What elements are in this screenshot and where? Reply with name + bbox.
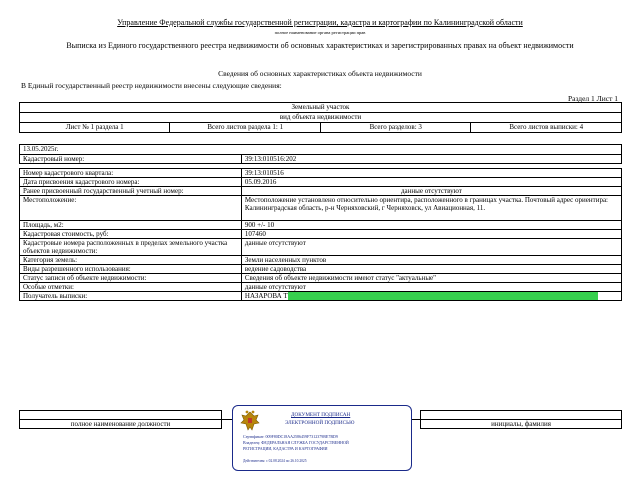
- stamp-line-2: ЭЛЕКТРОННОЙ ПОДПИСЬЮ: [285, 420, 355, 426]
- row-value: 39:13:010516:202: [240, 154, 623, 164]
- agency-caption: полное наименование органа регистрации п…: [274, 30, 366, 35]
- row-label: Кадастровые номера расположенных в преде…: [19, 238, 242, 256]
- row-value: Сведения об объекте недвижимости имеют с…: [240, 273, 623, 283]
- row-label: Виды разрешенного использования:: [19, 264, 242, 274]
- row-label: Ранее присвоенный государственный учетны…: [19, 186, 242, 196]
- row-value: данные отсутствуют: [240, 186, 623, 196]
- stamp-owner: Владелец: ФЕДЕРАЛЬНАЯ СЛУЖБА ГОСУДАРСТВЕ…: [243, 440, 349, 445]
- extract-title: Выписка из Единого государственного реес…: [66, 41, 574, 50]
- table-row: Ранее присвоенный государственный учетны…: [19, 186, 623, 196]
- row-label: Площадь, м2:: [19, 220, 242, 230]
- row-label: Особые отметки:: [19, 282, 242, 292]
- stamp-certificate: Сертификат: 009F80DC18AA2586459F7312379B…: [243, 434, 338, 439]
- table-row: Дата присвоения кадастрового номера: 05.…: [19, 177, 623, 187]
- row-label: Получатель выписки:: [19, 291, 242, 301]
- row-value: данные отсутствуют: [240, 238, 623, 256]
- characteristics-table: 13.05.2025г. Кадастровый номер: 39:13:01…: [19, 144, 623, 301]
- initials-caption: инициалы, фамилия: [420, 419, 622, 429]
- total-sections: Всего разделов: 3: [320, 122, 472, 133]
- extract-date: 13.05.2025г.: [19, 144, 622, 155]
- total-sheets-section: Всего листов раздела 1: 1: [169, 122, 322, 133]
- section-title: Сведения об основных характеристиках объ…: [218, 69, 422, 78]
- electronic-signature-stamp: ДОКУМЕНТ ПОДПИСАН ЭЛЕКТРОННОЙ ПОДПИСЬЮ С…: [232, 405, 412, 471]
- row-label: Дата присвоения кадастрового номера:: [19, 177, 242, 187]
- row-label: Местоположение:: [19, 195, 242, 221]
- object-type-caption: вид объекта недвижимости: [19, 112, 622, 123]
- sheet-number: Лист № 1 раздела 1: [18, 122, 171, 133]
- stamp-owner-cont: РЕГИСТРАЦИИ, КАДАСТРА И КАРТОГРАФИИ: [243, 446, 328, 451]
- position-caption: полное наименование должности: [18, 419, 223, 429]
- table-row: Особые отметки: данные отсутствуют: [19, 282, 623, 292]
- row-label: Категория земель:: [19, 255, 242, 265]
- header-table: Земельный участок вид объекта недвижимос…: [18, 102, 622, 133]
- row-label: Номер кадастрового квартала:: [19, 168, 242, 178]
- stamp-line-1: ДОКУМЕНТ ПОДПИСАН: [291, 412, 351, 418]
- object-type: Земельный участок: [19, 102, 622, 113]
- row-label: Кадастровая стоимость, руб:: [19, 229, 242, 239]
- row-value: 05.09.2016: [240, 177, 623, 187]
- row-value: 900 +/- 10: [240, 220, 623, 230]
- stamp-validity: Действителен: с 02.08.2024 по 26.10.2025: [243, 459, 307, 463]
- row-value: 39:13:010516: [240, 168, 623, 178]
- row-value: 107460: [240, 229, 623, 239]
- table-row: Номер кадастрового квартала: 39:13:01051…: [19, 168, 623, 178]
- row-value: Местоположение установлено относительно …: [240, 195, 623, 221]
- table-row: Статус записи об объекте недвижимости: С…: [19, 273, 623, 283]
- table-row: Получатель выписки: НАЗАРОВА Т: [19, 291, 623, 301]
- table-row: Кадастровый номер: 39:13:010516:202: [19, 154, 623, 164]
- table-row: Категория земель: Земли населенных пункт…: [19, 255, 623, 265]
- row-value: данные отсутствуют: [240, 282, 623, 292]
- intro-text: В Единый государственный реестр недвижим…: [21, 81, 282, 90]
- row-value: ведение садоводства: [240, 264, 623, 274]
- recipient-name: НАЗАРОВА Т: [244, 292, 288, 300]
- eagle-emblem-icon: [240, 410, 260, 431]
- redaction-block: [287, 292, 598, 300]
- table-row: Кадастровая стоимость, руб: 107460: [19, 229, 623, 239]
- table-row: Виды разрешенного использования: ведение…: [19, 264, 623, 274]
- total-sheets: Всего листов выписки: 4: [470, 122, 622, 133]
- row-label: Статус записи об объекте недвижимости:: [19, 273, 242, 283]
- table-row: Площадь, м2: 900 +/- 10: [19, 220, 623, 230]
- row-value: Земли населенных пунктов: [240, 255, 623, 265]
- agency-name: Управление Федеральной службы государств…: [117, 18, 523, 27]
- table-row: Кадастровые номера расположенных в преде…: [19, 238, 623, 256]
- table-row: Местоположение: Местоположение установле…: [19, 195, 623, 221]
- row-label: Кадастровый номер:: [19, 154, 242, 164]
